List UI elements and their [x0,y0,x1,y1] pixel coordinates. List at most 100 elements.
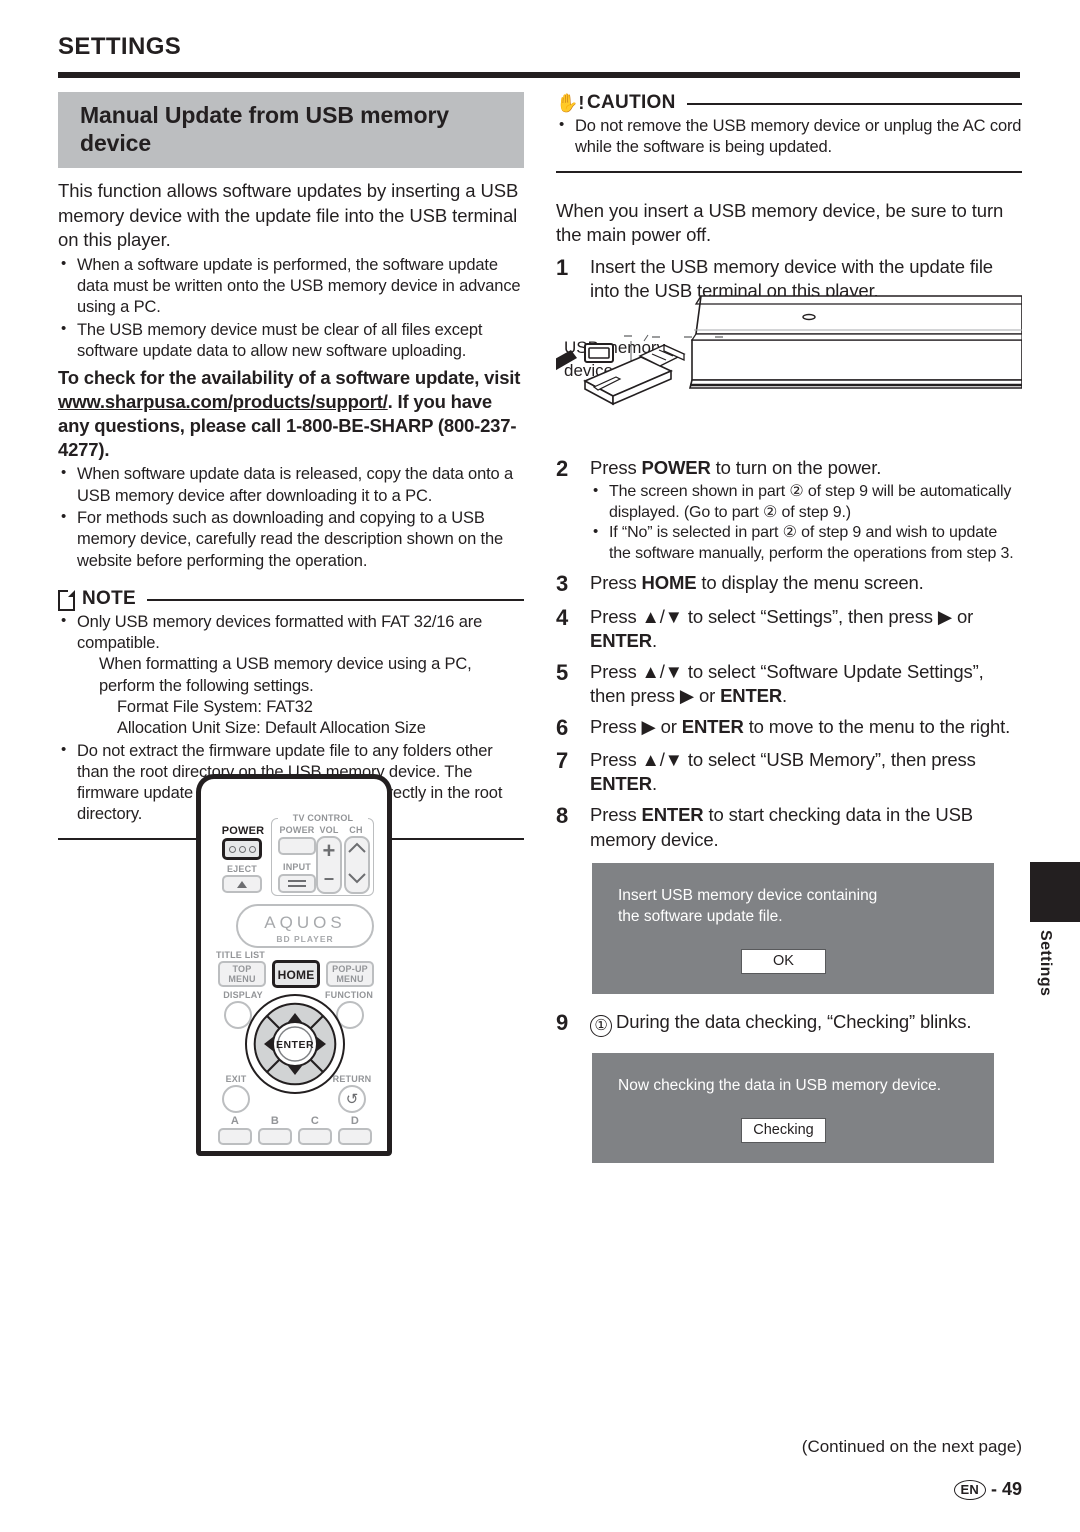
step-2-bullets: The screen shown in part ② of step 9 wil… [590,481,1022,565]
step-text-part: Press [590,804,642,826]
exit-button[interactable] [222,1085,250,1113]
return-button[interactable]: ↺ [338,1085,366,1113]
step-key-name: POWER [641,456,711,478]
step-3: 3 Press HOME to display the menu screen. [556,571,1022,597]
enter-button-label[interactable]: ENTER [245,1039,345,1051]
step-text-part: Press ▲/▼ to select “Settings”, then pre… [590,605,974,627]
top-menu-label-line2: MENU [228,974,256,984]
input-icon [288,880,306,887]
list-item: The USB memory device must be clear of a… [58,319,524,363]
step-7: 7 Press ▲/▼ to select “USB Memory”, then… [556,748,1022,796]
aquos-brand-sub: BD PLAYER [276,934,334,944]
aquos-brand-name: AQUOS [264,913,346,932]
list-item: For methods such as downloading and copy… [58,507,524,572]
osd-message-line1: Now checking the data in USB memory devi… [618,1076,942,1094]
note-page-icon [58,589,75,611]
caution-bottom-rule [556,170,1022,173]
caution-hand-icon: ✋! [556,92,585,113]
step-number: 9 [556,1009,569,1035]
step-number: 5 [556,659,569,685]
footer-dash: - [990,1479,997,1499]
article-title: Manual Update from USB memory device [80,102,449,157]
eject-button[interactable] [222,875,262,893]
channel-down-icon[interactable] [348,872,366,884]
tv-power-button[interactable] [278,837,316,855]
page-number: 49 [1001,1479,1022,1499]
osd-screen-insert-usb: Insert USB memory device containing the … [592,862,994,994]
step-9: 9 ① During the data checking, “Checking” … [556,1010,1022,1037]
step-8: 8 Press ENTER to start checking data in … [556,803,1022,851]
step-text-part: . [651,629,657,651]
step-text-part: . [651,773,657,795]
step-2: 2 Press POWER to turn on the power. The … [556,456,1022,565]
step-text: Press POWER to turn on the power. The sc… [590,456,1022,565]
color-button-a[interactable] [218,1128,252,1145]
power-button[interactable] [222,838,262,860]
intro-bullet-list: When a software update is performed, the… [58,254,524,363]
osd-checking-button[interactable]: Checking [741,1117,826,1143]
page-section-title: SETTINGS [58,33,182,60]
list-item: Do not remove the USB memory device or u… [556,115,1022,159]
eject-button-label: EJECT [226,864,257,874]
step-text: Press ▶ or ENTER to move to the menu to … [590,715,1022,741]
color-button-b[interactable] [258,1128,292,1145]
input-button[interactable] [278,874,316,893]
software-update-notice: To check for the availability of a softw… [58,366,524,462]
intro-paragraph: This function allows software updates by… [58,180,519,251]
header-divider [58,72,1020,78]
step-6: 6 Press ▶ or ENTER to move to the menu t… [556,715,1022,741]
language-badge: EN [953,1479,986,1500]
manual-page: SETTINGS Manual Update from USB memory d… [0,0,1080,1532]
note-label: NOTE [82,587,136,609]
bd-player-front-illustration [556,295,1022,406]
step-text: Press ▲/▼ to select “Software Update Set… [590,660,1022,708]
step-text: Press ENTER to start checking data in th… [590,803,1022,851]
channel-up-icon[interactable] [348,842,366,854]
caution-callout-header: ✋! CAUTION [556,92,1022,114]
support-url-link[interactable]: www.sharpusa.com/products/support/ [58,391,388,412]
note-callout-header: NOTE [58,587,524,611]
step-5: 5 Press ▲/▼ to select “Software Update S… [556,660,1022,708]
side-tab-label: Settings [1037,930,1054,997]
color-button-d[interactable] [338,1128,372,1145]
continued-note: (Continued on the next page) [801,1437,1022,1456]
step-text-part: to move to the menu to the right. [743,715,1011,737]
step-key-name: ENTER [590,629,652,651]
step-key-name: ENTER [641,804,704,826]
step-text: Press HOME to display the menu screen. [590,571,1022,597]
list-item: Only USB memory devices formatted with F… [58,611,524,740]
remote-control-illustration: TV CONTROL POWER EJECT POWER INPUT VOL +… [196,774,392,1156]
side-tab-marker [1030,862,1080,922]
note-text-c: Format File System: FAT32 [117,698,313,716]
step-text-part: Press [590,456,642,478]
volume-down-icon[interactable]: − [316,869,342,890]
circled-number-1: ① [590,1014,612,1037]
note-text-a: Only USB memory devices formatted with F… [77,612,483,653]
note-header-rule [146,598,524,601]
step-text: Press ▲/▼ to select “Settings”, then pre… [590,605,1022,653]
article-title-banner: Manual Update from USB memory device [58,92,524,169]
popup-menu-label-line2: MENU [336,974,364,984]
step-number: 4 [556,604,569,630]
note-text-b: When formatting a USB memory device usin… [99,655,472,695]
input-label: INPUT [283,862,311,872]
eject-icon [237,880,247,888]
list-item: When a software update is performed, the… [58,254,524,319]
list-item: When software update data is released, c… [58,463,524,507]
color-button-c[interactable] [298,1128,332,1145]
step-key-name: HOME [641,572,697,594]
volume-up-icon[interactable]: + [316,838,342,864]
caution-bullet-list: Do not remove the USB memory device or u… [556,115,1022,159]
osd-message-line2: the software update file. [618,907,783,925]
step-text: ① During the data checking, “Checking” bl… [590,1010,1022,1037]
step-text-part: Press [590,572,642,594]
right-column: ✋! CAUTION Do not remove the USB memory … [556,92,1022,1163]
step-text-part: Press ▶ or [590,715,682,737]
exit-button-label: EXIT [225,1074,247,1084]
osd-ok-button[interactable]: OK [741,948,826,974]
step-text: Press ▲/▼ to select “USB Memory”, then p… [590,748,1022,796]
step-key-name: ENTER [681,715,744,737]
step-number: 6 [556,714,569,740]
left-column: Manual Update from USB memory device Thi… [58,92,524,840]
color-button-label-a: A [230,1115,240,1127]
